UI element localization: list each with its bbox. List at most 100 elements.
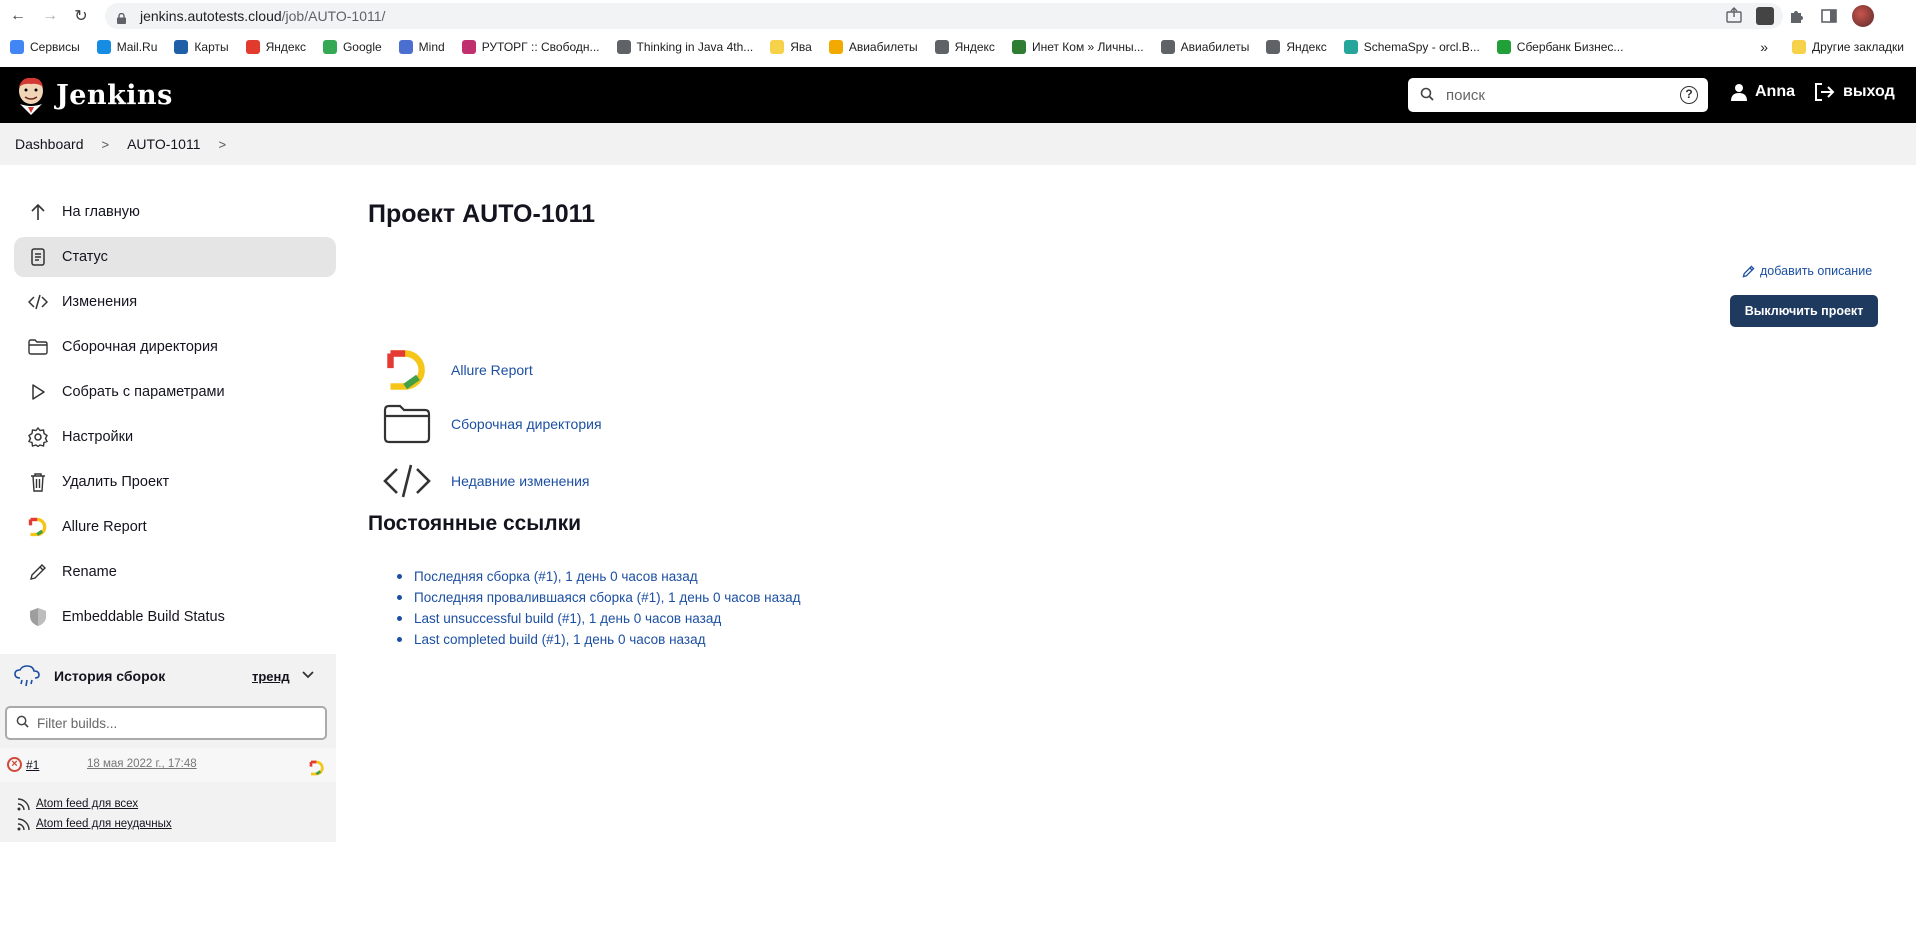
build-number-link[interactable]: #1 <box>26 758 39 772</box>
bookmark-item[interactable]: РУТОРГ :: Свободн... <box>461 40 600 54</box>
logout-icon <box>1815 83 1835 101</box>
breadcrumb-dashboard[interactable]: Dashboard <box>15 136 84 152</box>
sidebar-item-home[interactable]: На главную <box>14 192 336 232</box>
bookmark-favicon-icon <box>1496 40 1511 54</box>
filter-builds-input[interactable] <box>37 715 307 731</box>
permalink-last-build[interactable]: Последняя сборка (#1), 1 день 0 часов на… <box>414 569 698 584</box>
jenkins-logo[interactable]: Jenkins <box>14 75 173 115</box>
bookmark-favicon-icon <box>770 40 785 54</box>
allure-icon <box>383 346 431 394</box>
back-icon[interactable]: ← <box>8 6 28 26</box>
permalink-last-completed-build[interactable]: Last completed build (#1), 1 день 0 часо… <box>414 632 706 647</box>
address-bar[interactable]: jenkins.autotests.cloud/job/AUTO-1011/ ☆ <box>105 3 1783 29</box>
workspace-link[interactable]: Сборочная директория <box>451 416 602 432</box>
bookmark-item[interactable]: Mail.Ru <box>96 40 157 54</box>
sidebar: На главную Статус Изменения Сборочная ди… <box>14 192 336 642</box>
bookmark-item[interactable]: Mind <box>398 40 445 54</box>
gear-icon <box>28 427 48 447</box>
search-input[interactable] <box>1446 86 1666 104</box>
jenkins-butler-icon <box>14 75 48 115</box>
build-date-link[interactable]: 18 мая 2022 г., 17:48 <box>87 758 197 770</box>
other-bookmarks-folder[interactable]: Другие закладки <box>1792 40 1904 54</box>
logout-label: выход <box>1843 83 1895 100</box>
trash-icon <box>28 472 48 492</box>
user-name: Anna <box>1755 83 1795 100</box>
puzzle-icon[interactable] <box>1788 7 1806 25</box>
bookmark-item[interactable]: Авиабилеты <box>828 40 918 54</box>
bookmark-item[interactable]: Яндекс <box>934 40 995 54</box>
jenkins-wordmark: Jenkins <box>56 79 173 111</box>
folder-icon <box>28 337 48 357</box>
bookmark-favicon-icon <box>245 40 260 54</box>
folder-icon <box>383 400 431 448</box>
add-description-link[interactable]: добавить описание <box>1742 264 1872 278</box>
bookmark-item[interactable]: Авиабилеты <box>1160 40 1249 54</box>
bookmark-item[interactable]: Thinking in Java 4th... <box>616 40 753 54</box>
bookmark-favicon-icon <box>10 40 24 54</box>
bookmark-item[interactable]: SchemaSpy - orcl.B... <box>1343 40 1480 54</box>
bookmark-item[interactable]: Яндекс <box>245 40 306 54</box>
breadcrumb: Dashboard > AUTO-1011 > <box>0 123 1916 165</box>
profile-avatar[interactable] <box>1852 5 1874 27</box>
sidebar-item-embeddable-build-status[interactable]: Embeddable Build Status <box>14 597 336 637</box>
atom-feed-all-link[interactable]: Atom feed для всех <box>17 794 172 814</box>
bookmark-item[interactable]: Ява <box>770 40 812 54</box>
sidebar-item-label: Настройки <box>62 429 134 445</box>
forward-icon[interactable]: → <box>40 6 60 26</box>
bookmark-item[interactable]: Google <box>322 40 382 54</box>
sidebar-item-delete-project[interactable]: Удалить Проект <box>14 462 336 502</box>
bookmark-favicon-icon <box>934 40 949 54</box>
bookmark-favicon-icon <box>96 40 111 54</box>
help-icon[interactable]: ? <box>1680 86 1698 104</box>
bookmark-item[interactable]: Яндекс <box>1266 40 1327 54</box>
disable-project-button[interactable]: Выключить проект <box>1730 295 1878 327</box>
logout-link[interactable]: выход <box>1815 83 1895 101</box>
bookmark-item[interactable]: Сбербанк Бизнес... <box>1496 40 1623 54</box>
bookmark-favicon-icon <box>322 40 337 54</box>
bookmark-item[interactable]: Инет Ком » Личны... <box>1011 40 1144 54</box>
trend-link[interactable]: тренд <box>252 669 290 684</box>
chevron-down-icon[interactable] <box>302 668 314 682</box>
pencil-icon <box>28 562 48 582</box>
sidebar-item-workspace[interactable]: Сборочная директория <box>14 327 336 367</box>
extension-se-icon[interactable] <box>1756 7 1774 25</box>
sidebar-item-status[interactable]: Статус <box>14 237 336 277</box>
build-history-title: История сборок <box>54 668 166 684</box>
pencil-icon <box>1742 265 1755 278</box>
bookmark-item[interactable]: Карты <box>174 40 229 54</box>
more-bookmarks-button[interactable]: » <box>1760 39 1768 55</box>
breadcrumb-menu-chevron[interactable]: > <box>219 137 227 152</box>
search-icon <box>16 715 29 731</box>
breadcrumb-separator: > <box>101 136 110 152</box>
recent-changes-link[interactable]: Недавние изменения <box>451 473 590 489</box>
permalink-last-failed-build[interactable]: Последняя провалившаяся сборка (#1), 1 д… <box>414 590 801 605</box>
user-link[interactable]: Anna <box>1730 83 1795 101</box>
bookmark-favicon-icon <box>461 40 476 54</box>
sidepanel-icon[interactable] <box>1820 7 1838 25</box>
allure-icon <box>28 517 48 537</box>
code-icon <box>383 457 431 505</box>
sidebar-item-build-with-params[interactable]: Собрать с параметрами <box>14 372 336 412</box>
atom-feed-failures-link[interactable]: Atom feed для неудачных <box>17 814 172 834</box>
sidebar-item-label: На главную <box>62 204 140 220</box>
workspace-link-item: Сборочная директория <box>383 400 602 448</box>
shield-icon <box>28 607 48 627</box>
bookmark-item[interactable]: Сервисы <box>10 40 80 54</box>
reload-icon[interactable]: ↻ <box>71 6 91 26</box>
breadcrumb-project[interactable]: AUTO-1011 <box>127 136 200 152</box>
search-box[interactable]: ? <box>1408 78 1708 112</box>
sidebar-item-allure-report[interactable]: Allure Report <box>14 507 336 547</box>
permalink-last-unsuccessful-build[interactable]: Last unsuccessful build (#1), 1 день 0 ч… <box>414 611 721 626</box>
sidebar-item-rename[interactable]: Rename <box>14 552 336 592</box>
recent-changes-link-item: Недавние изменения <box>383 457 590 505</box>
share-icon[interactable] <box>1725 7 1742 27</box>
allure-icon[interactable] <box>309 760 325 776</box>
allure-report-link[interactable]: Allure Report <box>451 362 533 378</box>
filter-builds-box[interactable] <box>5 706 327 740</box>
sidebar-item-settings[interactable]: Настройки <box>14 417 336 457</box>
search-icon <box>1420 87 1434 104</box>
build-row: × #1 18 мая 2022 г., 17:48 <box>0 748 336 782</box>
sidebar-item-changes[interactable]: Изменения <box>14 282 336 322</box>
play-icon <box>28 382 48 402</box>
lock-icon <box>117 11 126 24</box>
